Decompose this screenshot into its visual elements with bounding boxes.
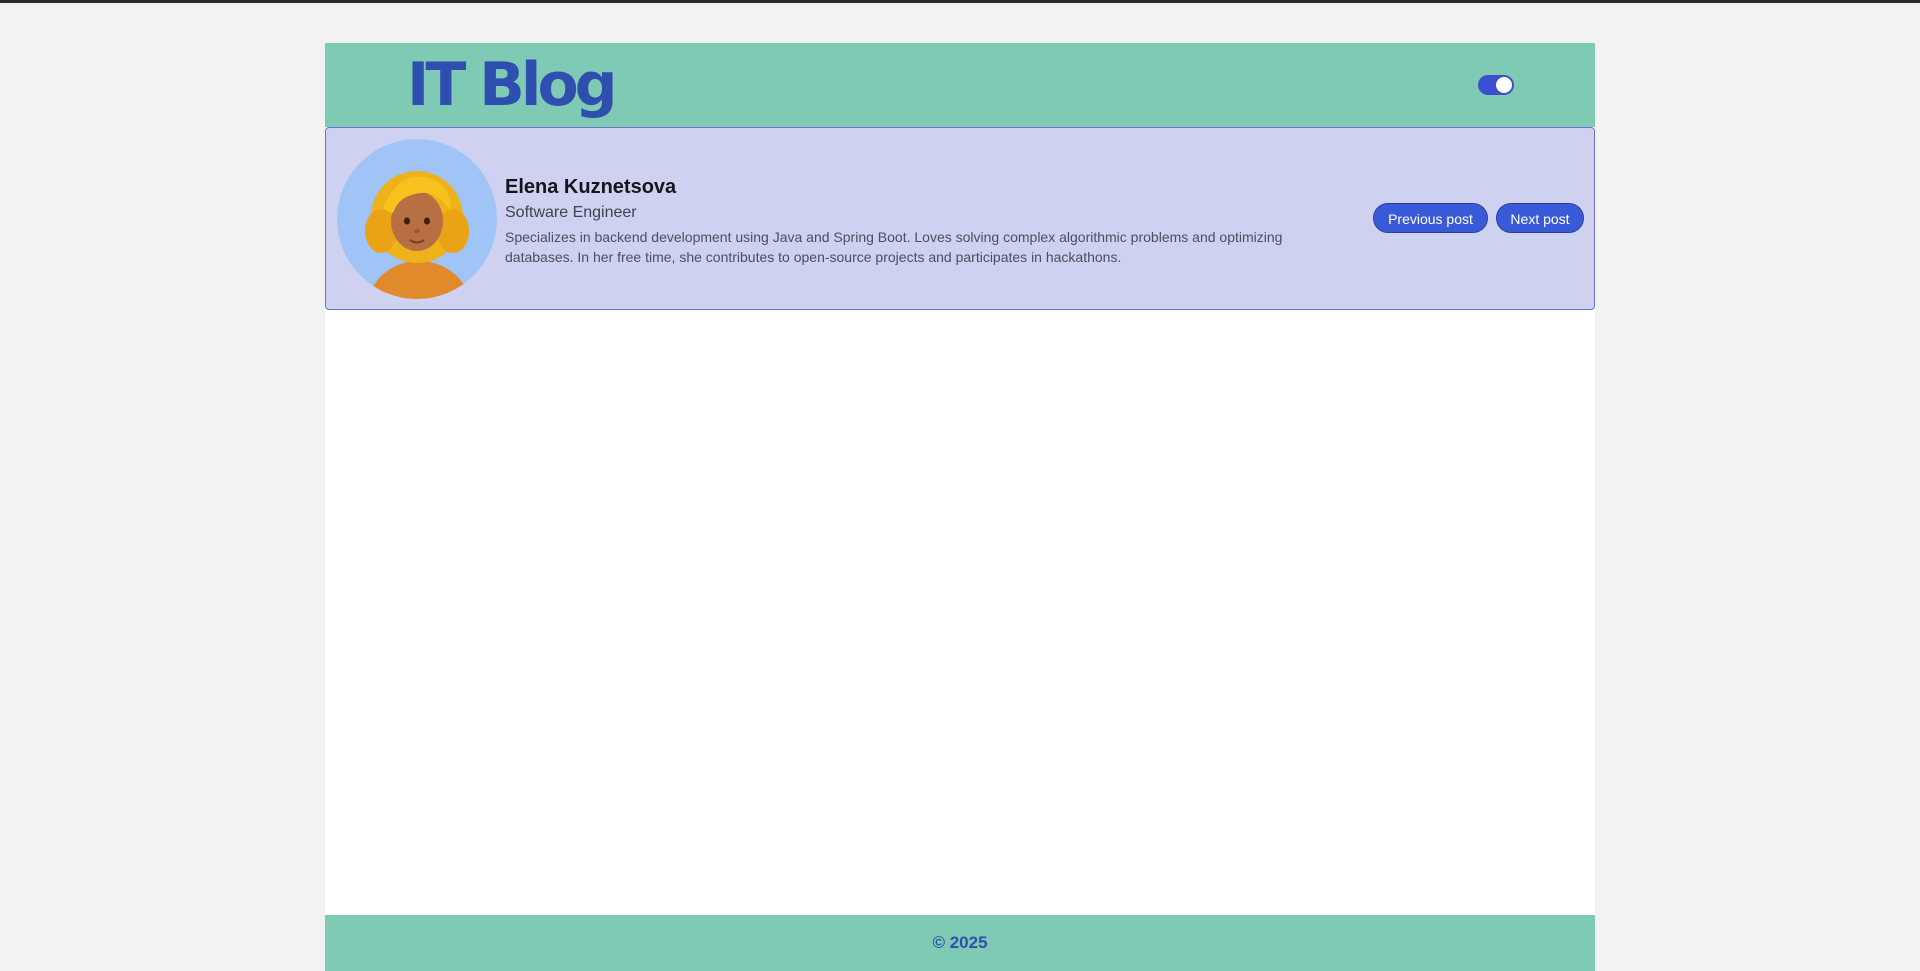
site-logo[interactable]: IT Blog: [407, 49, 618, 121]
author-name: Elena Kuznetsova: [505, 176, 677, 198]
avatar-woman-icon: [337, 139, 497, 299]
author-card: Elena Kuznetsova Software Engineer Speci…: [325, 127, 1595, 310]
theme-toggle[interactable]: [1478, 75, 1514, 95]
site-footer: © 2025: [325, 915, 1595, 971]
author-role: Software Engineer: [505, 204, 637, 221]
site-header: IT Blog: [325, 43, 1595, 127]
author-bio: Specializes in backend development using…: [505, 229, 1283, 265]
next-post-button[interactable]: Next post: [1496, 203, 1584, 233]
window-top-edge: [0, 0, 1920, 3]
page-container: IT Blog Elena Kuznetsova Software Engine…: [325, 43, 1595, 971]
toggle-knob: [1496, 77, 1512, 93]
previous-post-button[interactable]: Previous post: [1373, 203, 1488, 233]
copyright-text: © 2025: [932, 933, 988, 952]
